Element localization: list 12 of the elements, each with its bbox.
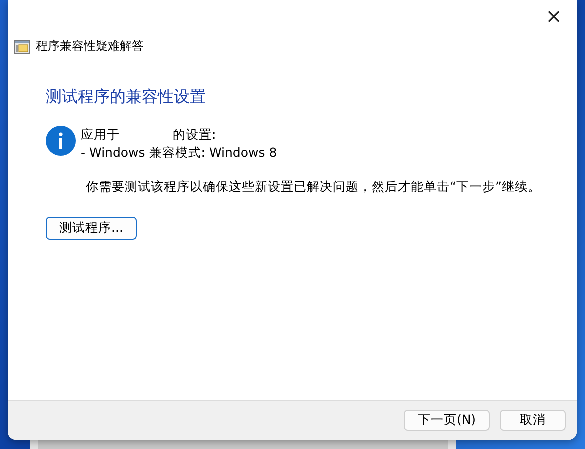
- info-icon: [46, 126, 76, 156]
- compatibility-mode-text: - Windows 兼容模式: Windows 8: [81, 144, 278, 162]
- test-program-button[interactable]: 测试程序...: [46, 217, 137, 240]
- settings-label: 的设置:: [173, 126, 216, 144]
- window-title: 程序兼容性疑难解答: [36, 38, 144, 55]
- page-heading: 测试程序的兼容性设置: [46, 87, 207, 108]
- close-button[interactable]: ×: [539, 3, 569, 29]
- next-button[interactable]: 下一页(N): [404, 410, 490, 431]
- cancel-button[interactable]: 取消: [500, 410, 566, 431]
- applied-to-label: 应用于: [81, 127, 120, 142]
- program-window-icon: [14, 40, 30, 54]
- instruction-text: 你需要测试该程序以确保这些新设置已解决问题，然后才能单击“下一步”继续。: [86, 179, 542, 196]
